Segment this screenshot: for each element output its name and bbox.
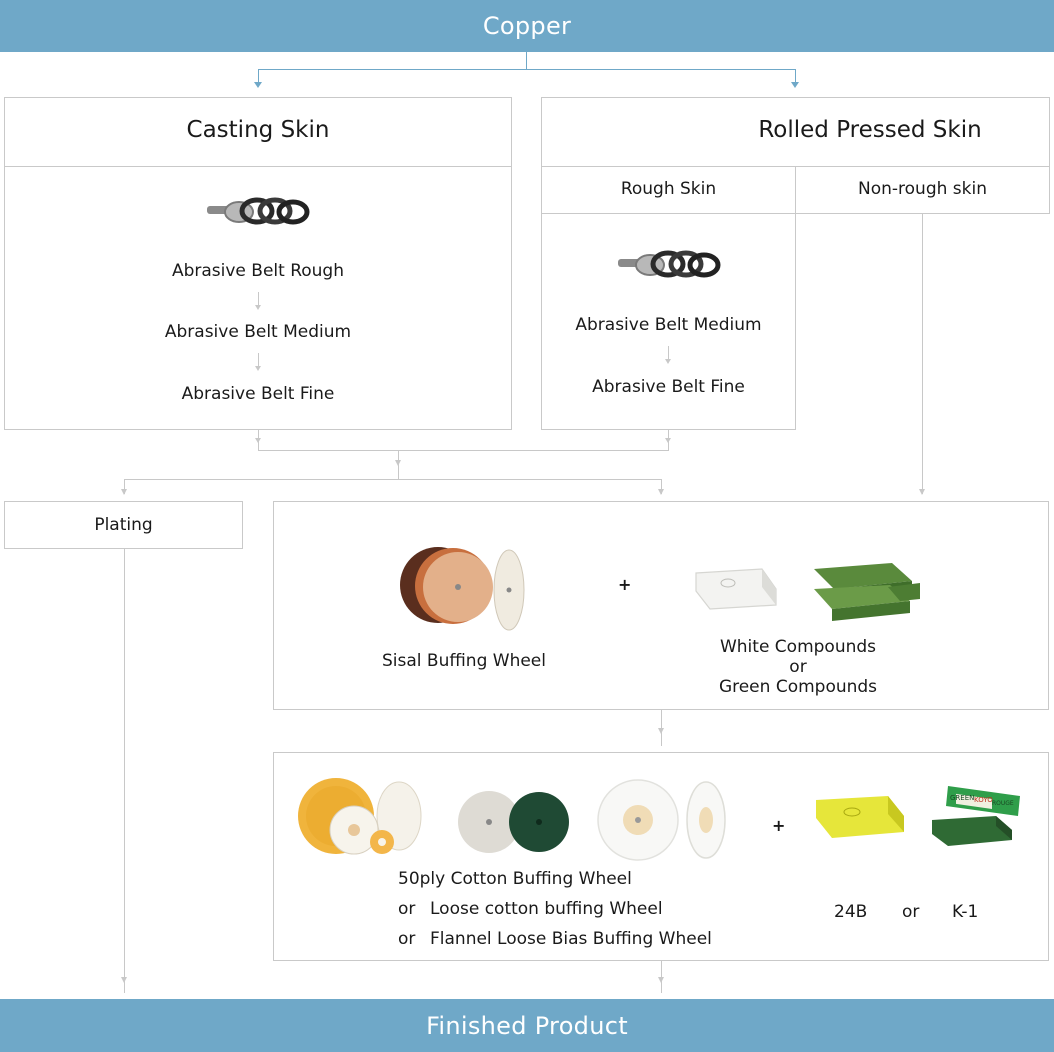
grey-arrowheads-layer <box>121 305 925 983</box>
arrowhead <box>255 438 261 443</box>
arrowhead <box>255 366 261 371</box>
finished-product-banner: Finished Product <box>0 999 1054 1052</box>
arrowhead <box>665 359 671 364</box>
arrowhead <box>658 489 664 495</box>
arrowhead <box>121 489 127 495</box>
arrowhead <box>658 728 664 734</box>
arrowhead <box>121 977 127 983</box>
arrowhead <box>255 305 261 310</box>
arrowhead <box>919 489 925 495</box>
arrowhead <box>665 438 671 443</box>
arrowhead <box>658 977 664 983</box>
arrowhead <box>395 460 401 466</box>
